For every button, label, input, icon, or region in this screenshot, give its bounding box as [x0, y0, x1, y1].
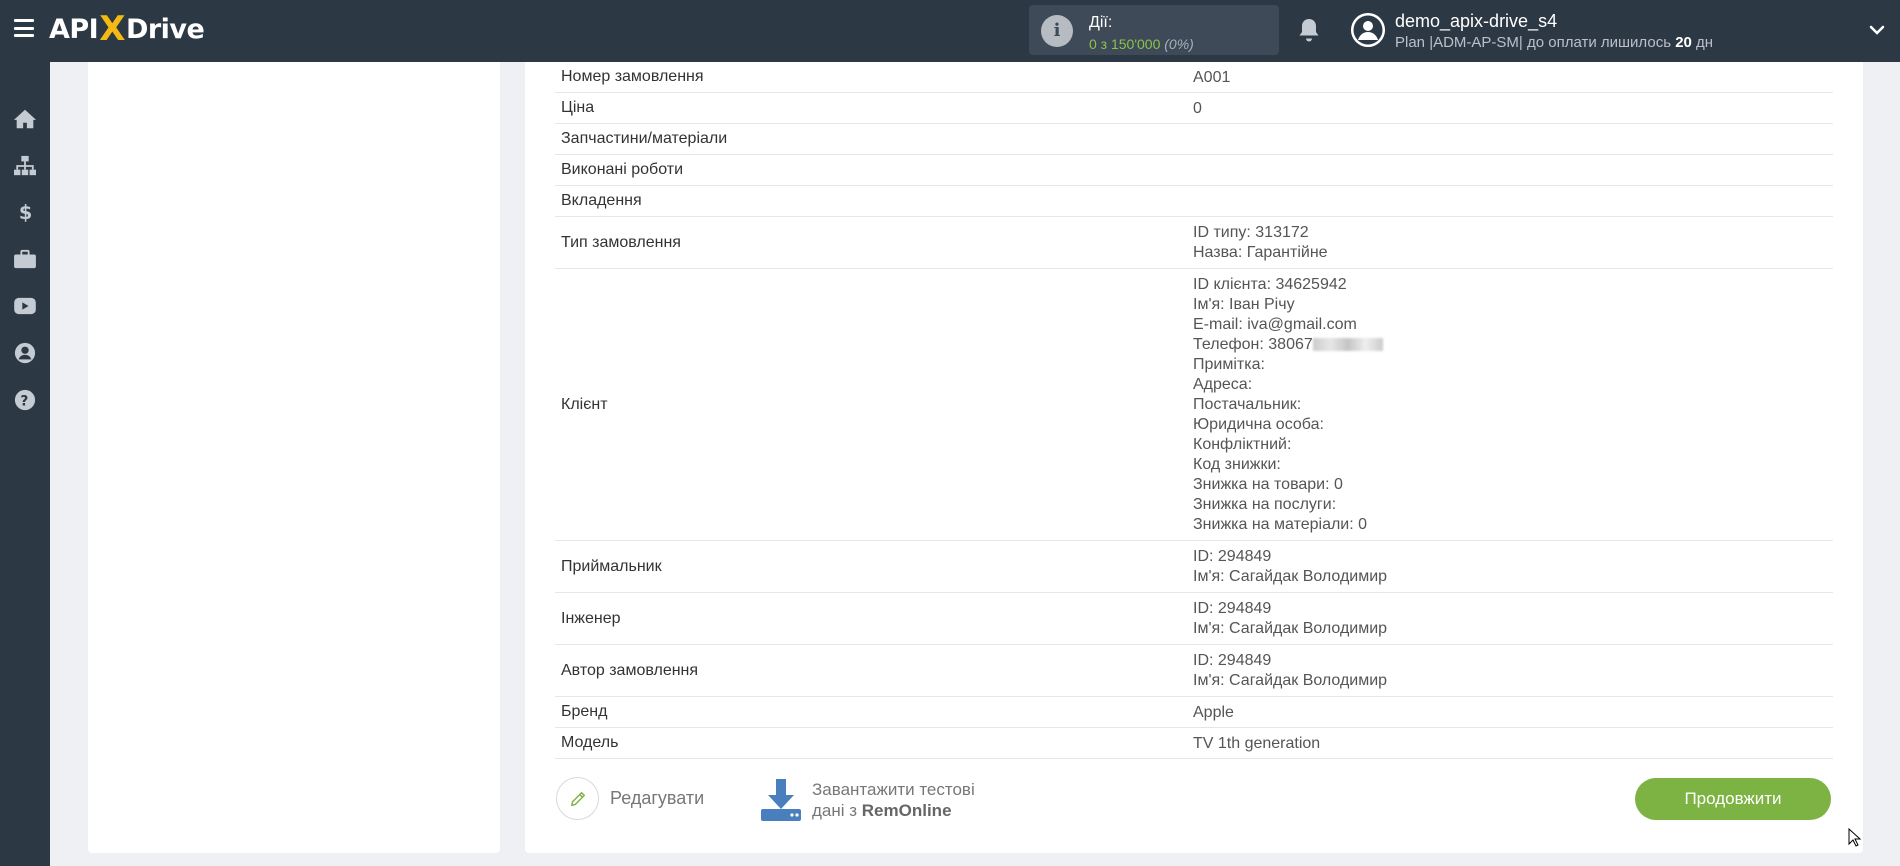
field-value-line: Ім'я: Сагайдак Володимир: [1193, 672, 1388, 689]
actions-counter[interactable]: i Дії: 0 з 150'000 (0%): [1029, 5, 1279, 55]
load-test-data-label: Завантажити тестові дані з RemOnline: [812, 780, 975, 820]
logo-x: X: [99, 9, 125, 49]
download-icon: [761, 779, 801, 821]
field-value: A001: [1193, 62, 1833, 92]
top-bar: API X Drive i Дії: 0 з 150'000 (0%) demo_a…: [0, 0, 1900, 62]
field-value-line: Примітка:: [1193, 356, 1265, 373]
table-row: Клієнт ID клієнта: 34625942 Ім'я: Іван Річ…: [555, 269, 1833, 541]
field-value-line: ID типу: 313172: [1193, 224, 1309, 241]
home-icon[interactable]: [12, 106, 38, 132]
field-value-line: Конфліктний:: [1193, 436, 1292, 453]
field-value-line: Постачальник:: [1193, 396, 1302, 413]
table-row: Модель TV 1th generation: [555, 728, 1833, 759]
field-label: Модель: [561, 734, 619, 751]
logo-text-left: API: [49, 13, 99, 45]
field-value: ID: 294849 Ім'я: Сагайдак Володимир: [1193, 645, 1833, 696]
field-label: Інженер: [561, 609, 621, 627]
info-icon: i: [1041, 15, 1073, 47]
field-value-line: Знижка на товари: 0: [1193, 476, 1343, 493]
redacted-phone: [1312, 338, 1383, 352]
avatar[interactable]: [1351, 13, 1385, 47]
actions-value: 0 з 150'000 (0%): [1089, 36, 1194, 52]
sidebar: $ ?: [0, 62, 50, 866]
table-row: Вкладення: [555, 186, 1833, 217]
field-value-line: Телефон: 38067: [1193, 335, 1833, 355]
table-row: Приймальник ID: 294849 Ім'я: Сагайдак Воло…: [555, 541, 1833, 593]
field-label: Автор замовлення: [561, 661, 699, 679]
table-row: Тип замовлення ID типу: 313172 Назва: Гара…: [555, 217, 1833, 269]
field-value-line: ID клієнта: 34625942: [1193, 276, 1347, 293]
field-label: Вкладення: [561, 192, 642, 209]
field-value-line: Ім'я: Іван Річу: [1193, 296, 1295, 313]
table-row: Виконані роботи: [555, 155, 1833, 186]
briefcase-icon[interactable]: [12, 246, 38, 272]
help-icon[interactable]: ?: [12, 387, 38, 413]
mouse-cursor: [1848, 828, 1862, 847]
field-value-line: Ім'я: Сагайдак Володимир: [1193, 620, 1388, 637]
table-row: Ціна 0: [555, 93, 1833, 124]
continue-button[interactable]: Продовжити: [1635, 778, 1831, 820]
field-value-line: A001: [1193, 69, 1231, 86]
logo-text-right: Drive: [125, 13, 205, 45]
user-name[interactable]: demo_apix-drive_s4: [1395, 11, 1557, 32]
field-label: Бренд: [561, 703, 608, 720]
table-row: Запчастини/матеріали: [555, 124, 1833, 155]
field-label: Запчастини/матеріали: [561, 130, 728, 147]
table-row: Інженер ID: 294849 Ім'я: Сагайдак Володими…: [555, 593, 1833, 645]
field-label: Виконані роботи: [561, 161, 684, 178]
edit-button[interactable]: Редагувати: [556, 777, 704, 820]
field-value-line: Ім'я: Сагайдак Володимир: [1193, 568, 1388, 585]
field-value: [1193, 155, 1833, 185]
user-icon[interactable]: [12, 340, 38, 366]
field-value-line: Адреса:: [1193, 376, 1253, 393]
apix-drive-logo[interactable]: API X Drive: [49, 9, 205, 49]
field-value-line: Назва: Гарантійне: [1193, 244, 1328, 261]
field-value: TV 1th generation: [1193, 728, 1833, 758]
plan-info: Plan |ADM-AP-SM| до оплати лишилось 20 д…: [1395, 34, 1714, 51]
field-value-line: Юридична особа:: [1193, 416, 1324, 433]
svg-text:$: $: [19, 201, 32, 224]
menu-icon[interactable]: [14, 19, 34, 37]
field-label: Номер замовлення: [561, 68, 704, 85]
dollar-icon[interactable]: $: [12, 199, 38, 225]
load-test-data-button[interactable]: Завантажити тестові дані з RemOnline: [760, 778, 975, 822]
bell-icon[interactable]: [1297, 17, 1321, 43]
svg-text:?: ?: [20, 394, 28, 410]
pencil-icon: [556, 777, 599, 820]
field-label: Ціна: [561, 99, 595, 116]
data-table: Номер замовлення A001 Ціна 0 Запчастини/мате…: [555, 62, 1833, 759]
field-value-line: ID: 294849: [1193, 548, 1272, 565]
chevron-down-icon[interactable]: [1868, 21, 1886, 39]
field-value-line: TV 1th generation: [1193, 735, 1321, 752]
sitemap-icon[interactable]: [12, 153, 38, 179]
edit-label: Редагувати: [610, 788, 705, 808]
field-value-line: 0: [1193, 100, 1202, 117]
actions-label: Дії:: [1089, 14, 1113, 31]
field-value: 0: [1193, 93, 1833, 123]
table-row: Бренд Apple: [555, 697, 1833, 728]
field-value: [1193, 186, 1833, 216]
field-label: Клієнт: [561, 395, 608, 413]
table-row: Автор замовлення ID: 294849 Ім'я: Сагайдак…: [555, 645, 1833, 697]
field-label: Тип замовлення: [561, 233, 681, 251]
field-value: ID типу: 313172 Назва: Гарантійне: [1193, 217, 1833, 268]
field-value: ID: 294849 Ім'я: Сагайдак Володимир: [1193, 541, 1833, 592]
youtube-icon[interactable]: [12, 293, 38, 319]
field-value-line: E-mail: iva@gmail.com: [1193, 316, 1357, 333]
field-value: Apple: [1193, 697, 1833, 727]
table-row: Номер замовлення A001: [555, 62, 1833, 93]
field-value: [1193, 124, 1833, 154]
left-panel: [88, 62, 500, 853]
field-value-line: Код знижки:: [1193, 456, 1281, 473]
field-label: Приймальник: [561, 557, 662, 575]
field-value: ID: 294849 Ім'я: Сагайдак Володимир: [1193, 593, 1833, 644]
field-value-line: Знижка на матеріали: 0: [1193, 516, 1368, 533]
field-value-line: Apple: [1193, 704, 1234, 721]
field-value-line: ID: 294849: [1193, 652, 1272, 669]
field-value-line: Знижка на послуги:: [1193, 496, 1337, 513]
field-value-line: ID: 294849: [1193, 600, 1272, 617]
field-value: ID клієнта: 34625942 Ім'я: Іван Річу E-mai…: [1193, 269, 1833, 540]
